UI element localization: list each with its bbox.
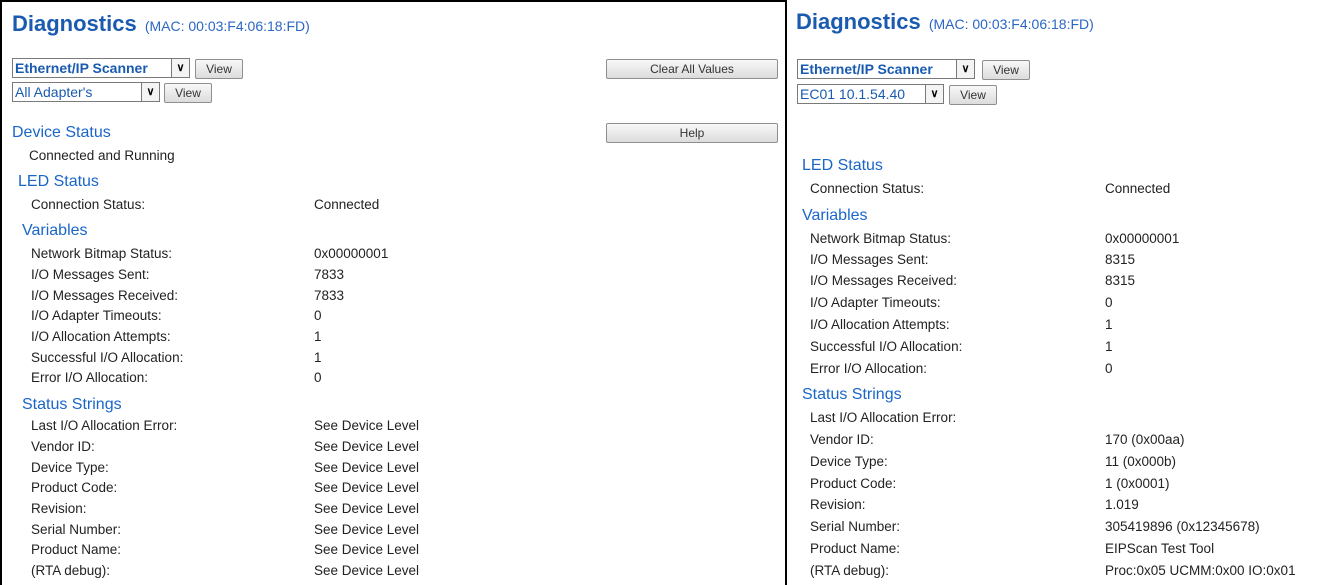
status-value: EIPScan Test Tool [1105,541,1215,556]
status-value: 1 (0x0001) [1105,476,1170,491]
connection-status-value: Connected [314,197,380,212]
adapter-select-value: All Adapter's [15,84,93,100]
mac-address: (MAC: 00:03:F4:06:18:FD) [928,16,1094,32]
status-label: Product Name: [31,542,122,557]
led-status-heading: LED Status [18,173,99,190]
status-value: See Device Level [314,460,420,475]
status-value: See Device Level [314,439,420,454]
status-value: See Device Level [314,522,420,537]
led-status-heading: LED Status [802,157,883,174]
page-title: Diagnostics (MAC: 00:03:F4:06:18:FD) [12,11,310,37]
var-label: Error I/O Allocation: [31,370,149,385]
var-value: 7833 [314,267,345,282]
scanner-view-button[interactable]: View [195,59,243,79]
page-title: Diagnostics (MAC: 00:03:F4:06:18:FD) [796,9,1094,35]
var-value: 0x00000001 [314,246,389,261]
adapter-view-button[interactable]: View [164,83,212,103]
status-label: (RTA debug): [810,563,890,578]
var-value: 1 [314,350,322,365]
left-diagnostics-panel: Diagnostics (MAC: 00:03:F4:06:18:FD) Eth… [0,0,787,585]
status-label: Revision: [810,497,866,512]
status-label: Product Code: [31,480,118,495]
adapter-select[interactable]: All Adapter's ∨ [12,82,160,102]
scanner-select-value: Ethernet/IP Scanner [800,61,933,77]
title-text: Diagnostics [796,9,921,34]
var-value: 0 [1105,295,1113,310]
var-label: I/O Adapter Timeouts: [810,295,941,310]
var-value: 1 [1105,317,1113,332]
var-value: 8315 [1105,252,1136,267]
status-value: 1.019 [1105,497,1139,512]
status-label: Vendor ID: [31,439,95,454]
status-label: Device Type: [31,460,109,475]
connection-status-label: Connection Status: [31,197,146,212]
right-diagnostics-panel: Diagnostics (MAC: 00:03:F4:06:18:FD) Eth… [787,0,1331,585]
status-label: Product Code: [810,476,897,491]
connection-status-label: Connection Status: [810,181,925,196]
device-status-heading: Device Status [12,124,111,141]
status-label: Serial Number: [810,519,901,534]
mac-address: (MAC: 00:03:F4:06:18:FD) [144,18,310,34]
adapter-view-button[interactable]: View [949,85,997,105]
scanner-select[interactable]: Ethernet/IP Scanner ∨ [797,59,975,79]
var-value: 0 [314,308,322,323]
adapter-select[interactable]: EC01 10.1.54.40 ∨ [797,84,944,104]
status-value: 170 (0x00aa) [1105,432,1185,447]
var-label: I/O Messages Received: [810,273,958,288]
status-value: See Device Level [314,542,420,557]
status-value: See Device Level [314,480,420,495]
adapter-select-value: EC01 10.1.54.40 [800,86,906,102]
status-label: (RTA debug): [31,563,111,578]
status-value: Proc:0x05 UCMM:0x00 IO:0x01 [1105,563,1296,578]
status-label: Serial Number: [31,522,122,537]
var-value: 1 [314,329,322,344]
variables-heading: Variables [802,207,868,224]
var-label: Successful I/O Allocation: [810,339,963,354]
var-label: I/O Adapter Timeouts: [31,308,162,323]
var-label: Network Bitmap Status: [31,246,173,261]
status-strings-heading: Status Strings [22,396,122,413]
chevron-down-icon: ∨ [925,85,943,103]
var-value: 0 [1105,361,1113,376]
status-label: Vendor ID: [810,432,874,447]
var-label: I/O Messages Sent: [31,267,150,282]
title-text: Diagnostics [12,11,137,36]
chevron-down-icon: ∨ [956,60,974,78]
clear-all-values-button[interactable]: Clear All Values [606,59,778,79]
var-label: I/O Allocation Attempts: [31,329,171,344]
status-value: 11 (0x000b) [1105,454,1177,469]
variables-heading: Variables [22,222,88,239]
connection-status-value: Connected [1105,181,1171,196]
scanner-select[interactable]: Ethernet/IP Scanner ∨ [12,58,190,78]
var-label: Error I/O Allocation: [810,361,928,376]
status-label: Last I/O Allocation Error: [810,410,957,425]
status-label: Device Type: [810,454,888,469]
help-button[interactable]: Help [606,123,778,143]
var-label: Network Bitmap Status: [810,231,952,246]
status-value: See Device Level [314,418,420,433]
status-label: Last I/O Allocation Error: [31,418,178,433]
var-value: 8315 [1105,273,1136,288]
var-label: Successful I/O Allocation: [31,350,184,365]
var-value: 0x00000001 [1105,231,1180,246]
status-value: See Device Level [314,563,420,578]
var-label: I/O Allocation Attempts: [810,317,950,332]
scanner-select-value: Ethernet/IP Scanner [15,60,148,76]
scanner-view-button[interactable]: View [982,60,1030,80]
status-label: Revision: [31,501,87,516]
status-label: Product Name: [810,541,901,556]
var-value: 1 [1105,339,1113,354]
var-value: 0 [314,370,322,385]
status-strings-heading: Status Strings [802,386,902,403]
chevron-down-icon: ∨ [171,59,189,77]
status-value: See Device Level [314,501,420,516]
chevron-down-icon: ∨ [141,83,159,101]
var-label: I/O Messages Received: [31,288,179,303]
status-value: 305419896 (0x12345678) [1105,519,1260,534]
var-label: I/O Messages Sent: [810,252,929,267]
var-value: 7833 [314,288,345,303]
device-status-text: Connected and Running [29,148,175,163]
